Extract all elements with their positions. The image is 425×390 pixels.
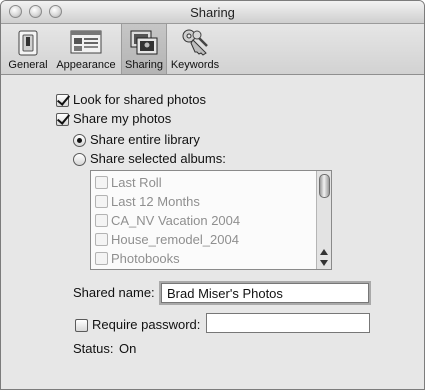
tab-general[interactable]: General [5,24,51,74]
status-label: Status: [73,341,114,356]
scrollbar-thumb[interactable] [319,174,330,198]
scroll-up-arrow-icon[interactable] [320,249,328,255]
albums-list[interactable]: Last Roll Last 12 Months CA_NV Vacation … [90,170,332,270]
share-entire-library-radio[interactable] [73,134,86,147]
album-checkbox[interactable] [95,176,108,189]
password-field[interactable] [206,313,370,333]
share-my-photos-checkbox[interactable] [56,113,69,126]
album-list-item[interactable]: Last 12 Months [91,192,315,211]
look-for-shared-label: Look for shared photos [73,92,206,107]
album-list-item[interactable]: Last Roll [91,173,315,192]
album-list-item[interactable]: Photobooks [91,249,315,268]
title-bar[interactable]: Sharing [1,1,424,24]
shared-name-label: Shared name: [73,285,155,300]
sharing-pane: Look for shared photos Share my photos S… [1,75,424,389]
window-title: Sharing [190,5,235,20]
share-my-photos-label: Share my photos [73,111,172,126]
require-password-checkbox[interactable] [75,319,88,332]
shared-name-field[interactable]: Brad Miser's Photos [161,283,369,303]
album-label: Photobooks [111,251,180,266]
sharing-preferences-window: Sharing General Appearance Sharing Keywo… [0,0,425,390]
album-checkbox[interactable] [95,233,108,246]
keys-icon [182,29,208,56]
album-checkbox[interactable] [95,214,108,227]
tab-keywords-label: Keywords [170,59,220,71]
album-label: House_remodel_2004 [111,232,239,247]
album-list-item[interactable]: House_remodel_2004 [91,230,315,249]
status-value: On [119,341,137,356]
require-password-label: Require password: [92,317,201,332]
sharing-icon [130,30,158,55]
scroll-down-arrow-icon[interactable] [320,260,328,266]
preferences-toolbar: General Appearance Sharing Keywords [1,24,424,75]
album-label: CA_NV Vacation 2004 [111,213,241,228]
album-checkbox[interactable] [95,195,108,208]
album-checkbox[interactable] [95,252,108,265]
tab-keywords[interactable]: Keywords [167,24,223,74]
tab-general-label: General [8,59,48,71]
albums-scrollbar[interactable] [316,171,331,269]
album-list-item[interactable]: CA_NV Vacation 2004 [91,211,315,230]
tab-sharing[interactable]: Sharing [121,24,167,74]
appearance-icon [70,30,102,54]
share-selected-albums-radio[interactable] [73,153,86,166]
look-for-shared-checkbox[interactable] [56,94,69,107]
tab-appearance[interactable]: Appearance [53,24,119,74]
share-selected-albums-label: Share selected albums: [90,151,226,166]
tab-sharing-label: Sharing [125,59,163,71]
tab-appearance-label: Appearance [56,59,116,71]
share-entire-library-label: Share entire library [90,132,200,147]
general-switch-icon [18,30,38,56]
album-label: Last 12 Months [111,194,200,209]
album-label: Last Roll [111,175,162,190]
